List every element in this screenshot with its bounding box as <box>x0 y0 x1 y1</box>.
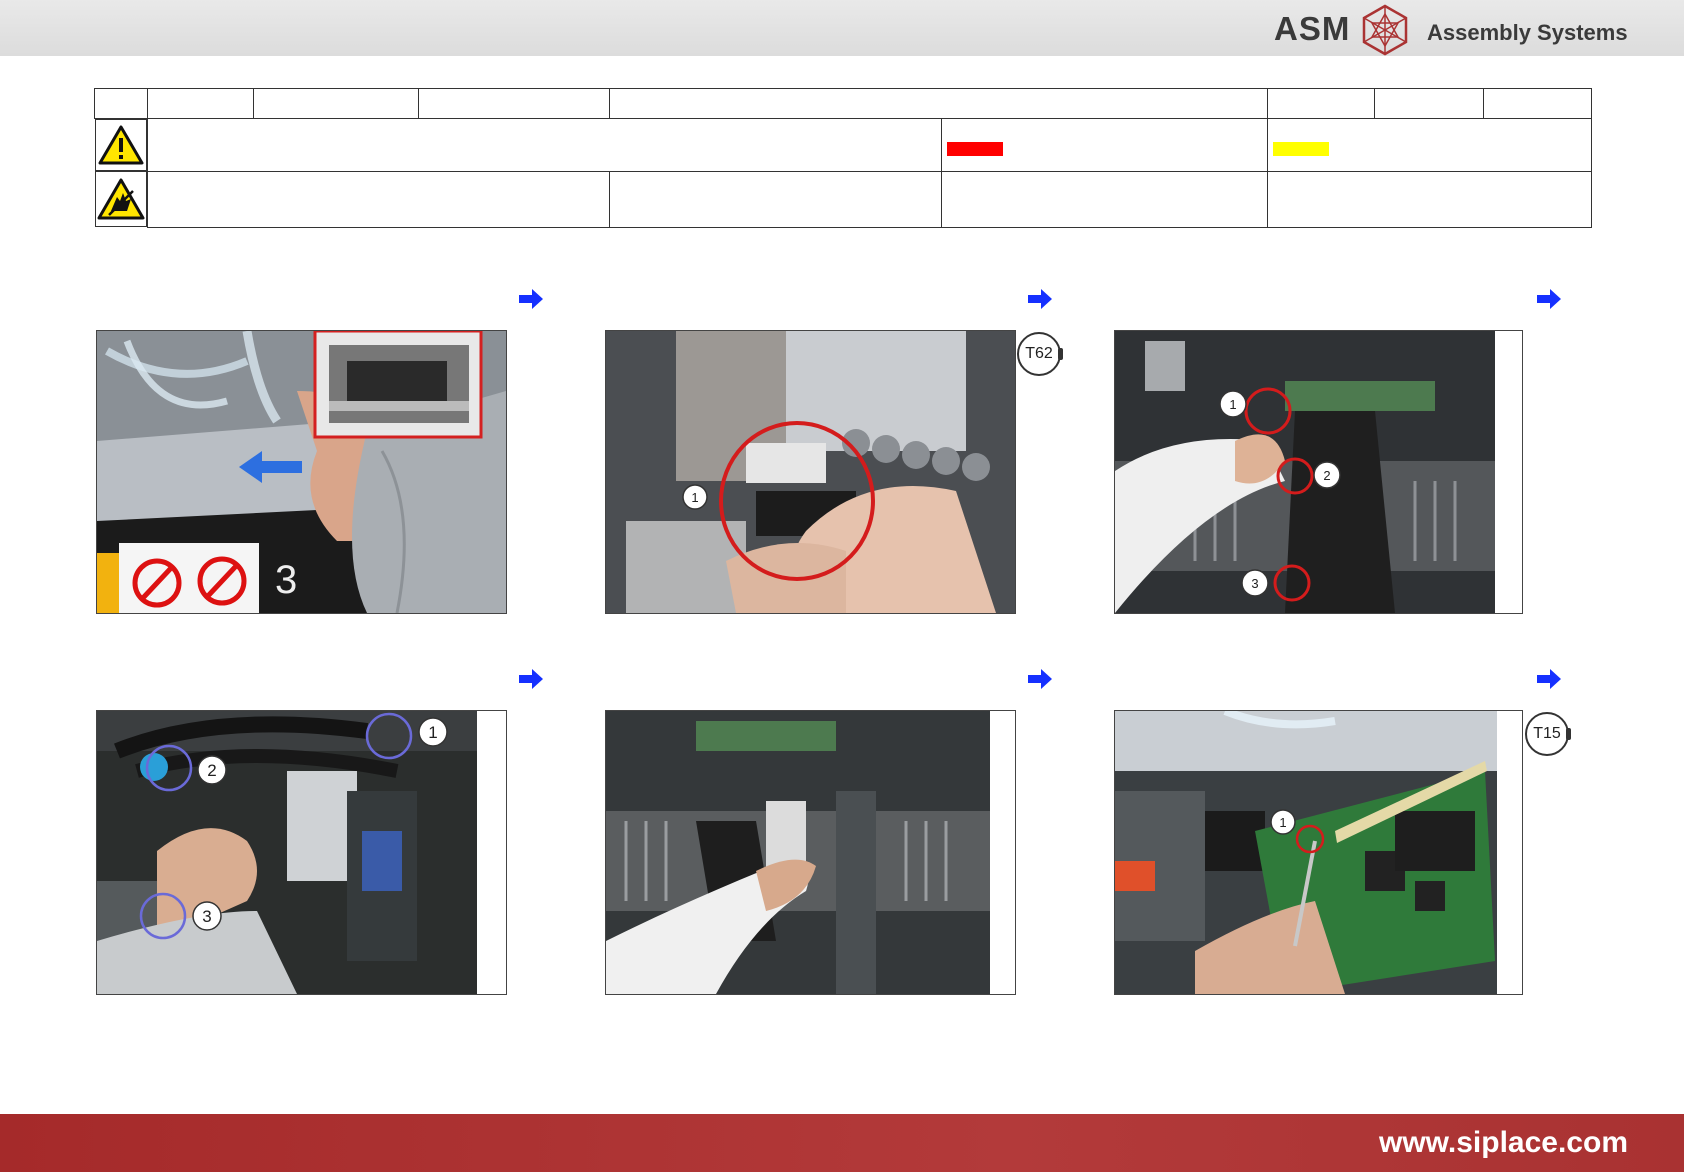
esd-hand-icon <box>97 178 145 220</box>
tool-badge-t15: T15 <box>1525 712 1571 756</box>
esd-cell-4 <box>1266 170 1593 228</box>
yellow-swatch-cell <box>1266 118 1593 172</box>
page-header: ASM Assembly Systems <box>0 0 1684 56</box>
info-cell-1-7 <box>1374 88 1484 119</box>
warning-triangle-icon <box>98 125 144 165</box>
yellow-color-swatch <box>1272 141 1329 156</box>
info-cell-1-6 <box>1266 88 1376 119</box>
info-cell-1-3 <box>252 88 420 119</box>
info-cell-1-5 <box>608 88 1268 119</box>
callout-2: 2 <box>1323 468 1330 483</box>
brand-subtitle: Assembly Systems <box>1427 20 1628 45</box>
footer-url-link[interactable]: www.siplace.com <box>1379 1126 1628 1160</box>
tool-badge-label: T15 <box>1533 725 1561 742</box>
esd-text-cell <box>146 170 610 228</box>
cable-removal-photo <box>605 710 1016 995</box>
step-4-arrow-icon <box>519 669 543 689</box>
esd-cell <box>94 171 147 227</box>
info-cell-1-1 <box>94 88 148 119</box>
callout-1: 1 <box>691 490 698 505</box>
brand-name: ASM <box>1274 10 1351 47</box>
red-swatch-cell <box>940 118 1268 172</box>
step-2-arrow-icon <box>1028 289 1052 309</box>
warning-text-cell <box>146 118 942 172</box>
warning-cell <box>94 119 147 171</box>
info-cell-1-2 <box>146 88 255 119</box>
tool-badge-t62: T62 <box>1017 332 1063 376</box>
callout-3: 3 <box>202 907 211 926</box>
hose-connections-photo: 1 2 3 <box>96 710 507 995</box>
tool-badge-label: T62 <box>1025 345 1053 362</box>
sensor-removal-photo: 1 <box>605 330 1016 614</box>
callout-1: 1 <box>1279 815 1286 830</box>
board-screw-photo: 1 <box>1114 710 1523 995</box>
step-6-arrow-icon <box>1537 669 1561 689</box>
step-5-arrow-icon <box>1028 669 1052 689</box>
head-connectors-photo: 1 2 3 <box>1114 330 1523 614</box>
info-cell-1-8 <box>1482 88 1593 119</box>
esd-cell-2 <box>608 170 942 228</box>
callout-1: 1 <box>1229 397 1236 412</box>
callout-1: 1 <box>428 723 437 742</box>
callout-3: 3 <box>1251 576 1258 591</box>
esd-cell-3 <box>940 170 1268 228</box>
step-3-arrow-icon <box>1537 289 1561 309</box>
info-table <box>94 88 1593 228</box>
svg-text:3: 3 <box>275 558 297 602</box>
page-footer: www.siplace.com <box>0 1114 1684 1172</box>
info-cell-1-4 <box>418 88 610 119</box>
asm-logo-icon <box>1362 4 1408 56</box>
remove-cover-photo: 3 <box>96 330 507 614</box>
callout-2: 2 <box>207 761 216 780</box>
red-color-swatch <box>946 141 1003 156</box>
step-1-arrow-icon <box>519 289 543 309</box>
